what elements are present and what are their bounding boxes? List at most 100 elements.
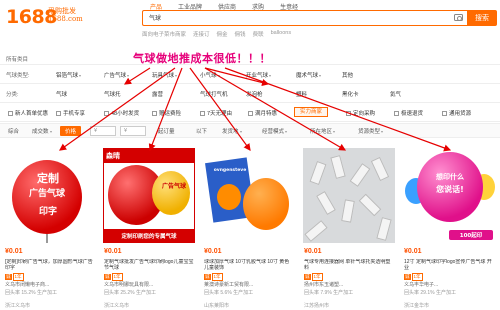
price-max-input[interactable]: ¥ [120,126,146,136]
shop-stats: 回头率 5.6% 生产加工 [204,290,254,296]
product-image[interactable]: 定制 广告气球 印字 [4,148,96,243]
product-card[interactable]: ¥0.01 气球专用连接器网 单针气球托夹透明塑料 诚 1年 扬州市东玉诸塑...… [301,142,397,310]
shop-stats: 回头率 7.9% 生产加工 [304,290,354,296]
sort-comprehensive[interactable]: 综合 [8,127,19,135]
product-title[interactable]: [定制]印刷广告气球，加厚圆形气球广告印字 [5,259,96,271]
product-image[interactable]: ovngensteve [203,148,295,243]
filter-option[interactable]: 气球 [56,90,67,98]
filter-option[interactable]: 魔术气球 [296,71,322,79]
filter-option[interactable]: 开业气球 [246,71,272,79]
logo-tagline: 采购批发 1688.com [48,7,83,23]
shop-stats: 回头率 15.2% 生产加工 [5,290,57,296]
filter-label: 分类: [6,92,19,98]
filter-option[interactable]: 塑料 [296,90,307,98]
all-categories-label[interactable]: 所有类目 [6,55,28,63]
checkbox-icon [346,111,351,117]
shop-name[interactable]: 扬州市东玉诸塑... [304,281,395,288]
product-title[interactable]: 12寸 定制气球印字logo宣传广告气球 开业 [404,259,495,271]
filter-option[interactable]: 氦气 [390,90,401,98]
sort-price[interactable]: 价格 [60,126,82,136]
hot-word[interactable]: 连接订 [193,30,210,38]
hot-word[interactable]: 佣金 [217,30,228,38]
product-price: ¥0.01 [204,248,222,255]
filter-option[interactable]: 其他 [342,71,353,79]
filter-row-balloon-type: 气球类型: 铝箔气球 广告气球 玩具气球 小气球 开业气球 魔术气球 其他 [0,65,500,84]
shop-name[interactable]: 义乌丰华电子... [404,281,495,288]
product-card[interactable]: 定制 广告气球 印字 ¥0.01 [定制]印刷广告气球，加厚圆形气球广告印字 诚… [2,142,98,310]
product-badges: 诚 1年 [204,273,223,281]
sort-moq[interactable]: 起订量 [158,127,175,135]
hot-word[interactable]: 费联 [253,30,264,38]
filter-row-category: 分类: 气球 气球托 露营 气球打气机 发泡枪 塑料 黑化卡 氦气 [0,84,500,103]
sort-sales[interactable]: 成交数 [32,127,52,135]
service-checkbox[interactable]: 手机专享 [56,109,85,117]
search-button[interactable]: 搜索 [467,10,497,26]
sort-region[interactable]: 所在地区 [310,127,336,135]
shop-location: 浙江金华市 [404,303,430,309]
product-title[interactable]: 定制气球批发广告气球印刷logo儿童宝宝节气球 [104,259,195,271]
product-title[interactable]: 气球专用连接器网 单针气球托夹透明塑料 [304,259,395,271]
service-checkbox[interactable]: 7天无理由 [200,109,232,117]
service-checkbox[interactable]: 48小时发货 [104,109,139,117]
product-price: ¥0.01 [404,248,422,255]
price-min-input[interactable]: ¥ [90,126,116,136]
checkbox-icon [394,111,399,117]
service-checkbox[interactable]: 定向采购 [346,109,375,117]
product-price: ¥0.01 [5,248,23,255]
service-checkbox[interactable]: 通用货源 [442,109,471,117]
filter-option[interactable]: 气球打气机 [200,90,228,98]
search-input[interactable] [143,11,433,23]
sort-source-type[interactable]: 货源类型 [358,127,384,135]
product-price: ¥0.01 [104,248,122,255]
product-badges: 诚 1年 [404,273,423,281]
filter-label: 气球类型: [6,73,30,79]
strength-merchant-tag[interactable]: 实力商家 [294,107,329,117]
product-image[interactable] [303,148,395,243]
shop-name[interactable]: 义乌市明娜玩具有限... [104,281,195,288]
hot-word[interactable]: 面向电子菜市商家 [142,30,186,38]
product-card[interactable]: ovngensteve ¥0.01 球球加厚气球 10寸乳胶气球 10寸 黄色 … [201,142,297,310]
shop-stats: 回头率 29.1% 生产加工 [404,290,456,296]
shop-location: 浙江义乌市 [5,303,31,309]
checkbox-icon [104,111,109,117]
service-checkbox[interactable]: 赠运费险 [152,109,181,117]
shop-name[interactable]: 莱澳诗豪新工贸有限... [204,281,295,288]
shop-stats: 回头率 25.2% 生产加工 [104,290,156,296]
filter-panel: 气球类型: 铝箔气球 广告气球 玩具气球 小气球 开业气球 魔术气球 其他 分类… [0,64,500,122]
service-checkbox[interactable]: 极速退货 [394,109,423,117]
filter-option[interactable]: 小气球 [200,71,220,79]
filter-option[interactable]: 露营 [152,90,163,98]
shop-name[interactable]: 义乌市闭懒电子商... [5,281,96,288]
product-image[interactable]: 想印什么 您说话! 100起印 [403,148,495,243]
hot-word[interactable]: 佣钱 [235,30,246,38]
sort-bar: 综合 成交数 价格 ¥ ¥ 起订量 以下 发货地 经营模式 所在地区 货源类型 [0,123,500,138]
filter-option[interactable]: 玩具气球 [152,71,178,79]
checkbox-icon [8,111,13,117]
camera-icon[interactable] [454,14,463,21]
sort-ship-from[interactable]: 发货地 [222,127,242,135]
product-image[interactable]: 森晴 广告气球 定制印刷您的专属气球 [103,148,195,243]
product-price: ¥0.01 [304,248,322,255]
sort-below[interactable]: 以下 [196,127,207,135]
filter-option[interactable]: 气球托 [104,90,121,98]
shop-location: 山东莱阳市 [204,303,230,309]
product-card[interactable]: 想印什么 您说话! 100起印 ¥0.01 12寸 定制气球印字logo宣传广告… [401,142,497,310]
checkbox-icon [442,111,447,117]
checkbox-icon [200,111,205,117]
filter-option[interactable]: 广告气球 [104,71,130,79]
checkbox-icon [248,111,253,117]
service-checkbox[interactable]: 新人首单优惠 [8,109,48,117]
service-checkbox[interactable]: 满月特惠 [248,109,277,117]
filter-option[interactable]: 黑化卡 [342,90,359,98]
product-title[interactable]: 球球加厚气球 10寸乳胶气球 10寸 黄色 儿童装饰 [204,259,295,271]
product-badges: 诚 1年 [104,273,123,281]
promo-annotation: 气球做地推成本很低！！！ [133,52,271,65]
search-box [142,10,467,26]
filter-option[interactable]: 铝箔气球 [56,71,82,79]
site-header: 1688 采购批发 1688.com 产品 工业品牌 供应商 求购 生意经 搜索… [0,0,500,52]
sort-business-model[interactable]: 经营模式 [262,127,288,135]
filter-option[interactable]: 发泡枪 [246,90,263,98]
product-card[interactable]: 森晴 广告气球 定制印刷您的专属气球 ¥0.01 定制气球批发广告气球印刷log… [101,142,197,310]
hot-word[interactable]: balloons [271,30,292,38]
shop-location: 浙江义乌市 [104,303,130,309]
